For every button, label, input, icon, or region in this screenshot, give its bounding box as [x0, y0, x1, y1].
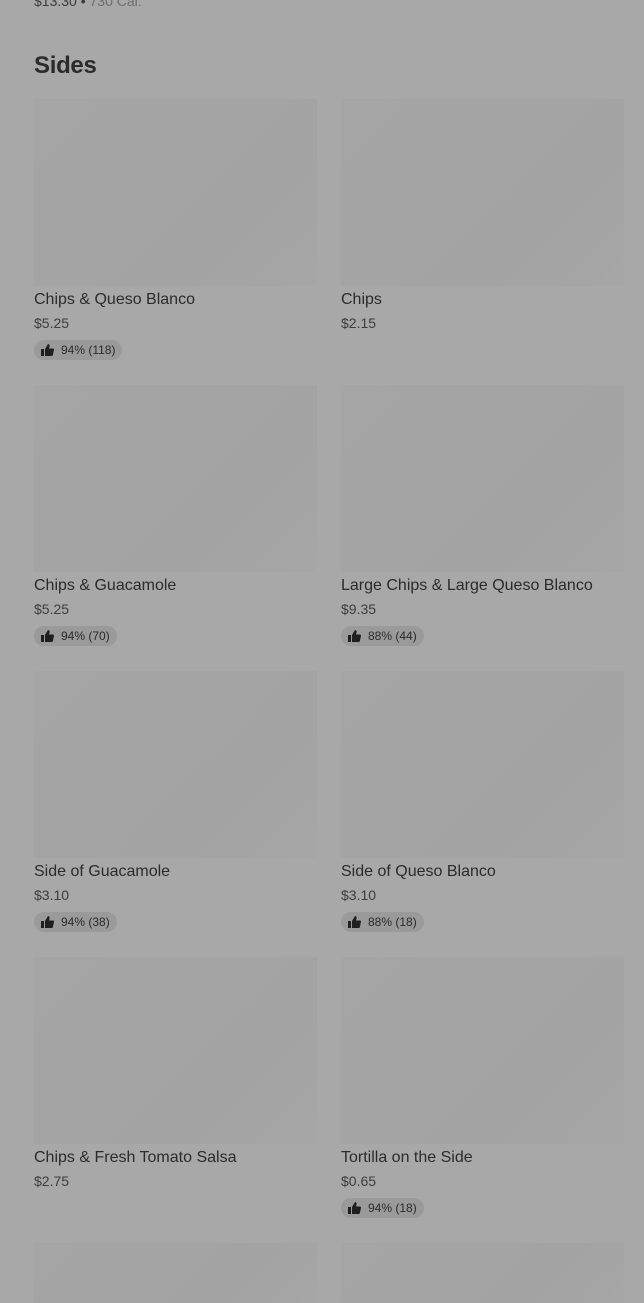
- section-title: Sides: [34, 52, 97, 79]
- menu-item-price: $9.35: [341, 601, 377, 617]
- menu-item-card[interactable]: Chips & Queso Blanco $5.25 94% (118): [34, 99, 317, 385]
- rating-badge: 94% (118): [34, 340, 123, 360]
- rating-text: 94% (18): [368, 1201, 417, 1215]
- rating-badge: 94% (38): [34, 912, 117, 932]
- menu-item-image[interactable]: [34, 671, 317, 858]
- meta-separator: •: [80, 0, 86, 9]
- menu-item-image[interactable]: [341, 1243, 624, 1303]
- menu-items-grid: Chips & Queso Blanco $5.25 94% (118) Chi…: [34, 99, 624, 1243]
- menu-item-name[interactable]: Chips & Fresh Tomato Salsa: [34, 1149, 317, 1167]
- rating-badge: 88% (18): [341, 912, 424, 932]
- menu-item-image[interactable]: [341, 385, 624, 572]
- thumbs-up-icon: [348, 916, 361, 928]
- rating-text: 94% (38): [61, 915, 110, 929]
- menu-item-card[interactable]: Chips & Guacamole $5.25 94% (70): [34, 385, 317, 671]
- thumbs-up-icon: [348, 1202, 361, 1214]
- menu-item-card[interactable]: Side of Guacamole $3.10 94% (38): [34, 671, 317, 957]
- menu-item-price: $5.25: [34, 315, 70, 331]
- menu-item-image[interactable]: [34, 99, 317, 286]
- rating-text: 88% (18): [368, 915, 417, 929]
- rating-badge: 94% (18): [341, 1198, 424, 1218]
- menu-item-price: $3.10: [34, 887, 70, 903]
- previous-item-meta: $13.30 • 730 Cal.: [34, 0, 142, 9]
- rating-text: 94% (70): [61, 629, 110, 643]
- menu-item-card[interactable]: Chips & Fresh Tomato Salsa $2.75: [34, 957, 317, 1243]
- rating-badge: 88% (44): [341, 626, 424, 646]
- menu-item-card[interactable]: Side of Queso Blanco $3.10 88% (18): [341, 671, 624, 957]
- menu-item-card[interactable]: Large Chips & Large Queso Blanco $9.35 8…: [341, 385, 624, 671]
- menu-item-price: $3.10: [341, 887, 377, 903]
- thumbs-up-icon: [41, 344, 54, 356]
- menu-item-image[interactable]: [34, 385, 317, 572]
- menu-item-image[interactable]: [341, 957, 624, 1144]
- menu-item-price: $0.65: [341, 1173, 377, 1189]
- previous-item-price: $13.30: [34, 0, 77, 9]
- menu-item-card[interactable]: Tortilla on the Side $0.65 94% (18): [341, 957, 624, 1243]
- menu-item-price: $5.25: [34, 601, 70, 617]
- rating-text: 94% (118): [61, 343, 116, 357]
- thumbs-up-icon: [41, 630, 54, 642]
- previous-item-calories: 730 Cal.: [89, 0, 142, 9]
- menu-item-name[interactable]: Chips: [341, 291, 624, 309]
- menu-item-image[interactable]: [34, 1243, 317, 1303]
- menu-item-price: $2.15: [341, 315, 377, 331]
- rating-badge: 94% (70): [34, 626, 117, 646]
- menu-item-name[interactable]: Side of Queso Blanco: [341, 863, 624, 881]
- menu-item-name[interactable]: Chips & Guacamole: [34, 577, 317, 595]
- thumbs-up-icon: [41, 916, 54, 928]
- rating-text: 88% (44): [368, 629, 417, 643]
- menu-item-name[interactable]: Tortilla on the Side: [341, 1149, 624, 1167]
- menu-item-image[interactable]: [341, 671, 624, 858]
- menu-item-price: $2.75: [34, 1173, 70, 1189]
- menu-item-image[interactable]: [34, 957, 317, 1144]
- menu-item-image[interactable]: [341, 99, 624, 286]
- menu-item-name[interactable]: Chips & Queso Blanco: [34, 291, 317, 309]
- thumbs-up-icon: [348, 630, 361, 642]
- menu-item-name[interactable]: Side of Guacamole: [34, 863, 317, 881]
- menu-item-name[interactable]: Large Chips & Large Queso Blanco: [341, 577, 624, 595]
- next-row-partial: [34, 1243, 624, 1303]
- menu-item-card[interactable]: Chips $2.15: [341, 99, 624, 385]
